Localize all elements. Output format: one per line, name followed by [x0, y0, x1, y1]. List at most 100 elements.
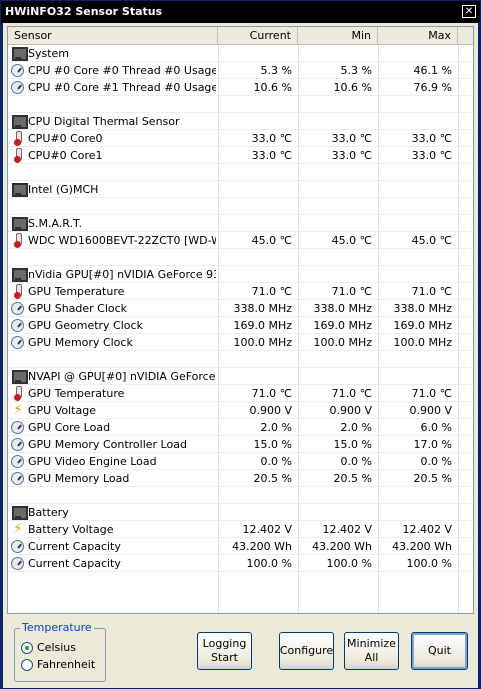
- sensor-row[interactable]: CPU#0 Core1 33.0 ℃ 33.0 ℃ 33.0 ℃: [8, 147, 473, 164]
- temperature-group: Temperature Celsius Fahrenheit: [14, 621, 106, 682]
- temperature-legend: Temperature: [20, 621, 94, 634]
- spacer-row: [8, 96, 473, 113]
- gauge-icon: [11, 438, 24, 451]
- column-sensor[interactable]: Sensor: [8, 27, 218, 45]
- sensor-max-value: 0.900 V: [409, 404, 452, 417]
- sensor-group-row[interactable]: NVAPI @ GPU[#0] nVIDIA GeForce ...: [8, 368, 473, 385]
- column-current[interactable]: Current: [218, 27, 298, 45]
- sensor-max-value: 6.0 %: [420, 421, 452, 434]
- sensor-row[interactable]: GPU Temperature 71.0 ℃ 71.0 ℃ 71.0 ℃: [8, 385, 473, 402]
- sensor-row[interactable]: WDC WD1600BEVT-22ZCT0 [WD-W... 45.0 ℃ 45.0…: [8, 232, 473, 249]
- sensor-max-value: 100.0 %: [406, 557, 452, 570]
- sensor-name: GPU Core Load: [28, 421, 111, 434]
- sensor-row[interactable]: GPU Core Load 2.0 % 2.0 % 6.0 %: [8, 419, 473, 436]
- sensor-min-value: 10.6 %: [333, 81, 372, 94]
- sensor-list[interactable]: Sensor Current Min Max System CPU #0 Core…: [7, 26, 474, 614]
- thermometer-icon: [11, 386, 25, 401]
- sensor-row[interactable]: Current Capacity 43.200 Wh 43.200 Wh 43.200…: [8, 538, 473, 555]
- sensor-current-value: 10.6 %: [253, 81, 292, 94]
- minimize-all-label-2: All: [364, 651, 379, 664]
- sensor-row[interactable]: CPU #0 Core #0 Thread #0 Usage 5.3 % 5.3 %…: [8, 62, 473, 79]
- sensor-group-row[interactable]: S.M.A.R.T.: [8, 215, 473, 232]
- sensor-row[interactable]: CPU #0 Core #1 Thread #0 Usage 10.6 % 10.6…: [8, 79, 473, 96]
- celsius-label: Celsius: [37, 641, 76, 654]
- sensor-current-value: 0.900 V: [249, 404, 292, 417]
- quit-button[interactable]: Quit: [411, 632, 468, 670]
- column-min[interactable]: Min: [298, 27, 378, 45]
- configure-button[interactable]: Configure: [279, 632, 334, 670]
- gauge-icon: [11, 557, 24, 570]
- chip-icon: [11, 216, 28, 231]
- sensor-min-value: 15.0 %: [333, 438, 372, 451]
- gauge-icon: [11, 336, 24, 349]
- sensor-min-value: 2.0 %: [340, 421, 372, 434]
- logging-start-label-2: Start: [211, 651, 238, 664]
- sensor-min-value: 0.0 %: [340, 455, 372, 468]
- sensor-group-row[interactable]: System: [8, 45, 473, 62]
- sensor-row[interactable]: ⚡ Battery Voltage 12.402 V 12.402 V 12.402 V: [8, 521, 473, 538]
- sensor-row[interactable]: GPU Video Engine Load 0.0 % 0.0 % 0.0 %: [8, 453, 473, 470]
- chip-icon: [11, 369, 28, 384]
- sensor-name: GPU Shader Clock: [28, 302, 128, 315]
- sensor-current-value: 71.0 ℃: [251, 387, 292, 400]
- sensor-name: GPU Video Engine Load: [28, 455, 157, 468]
- minimize-all-button[interactable]: Minimize All: [344, 632, 399, 670]
- sensor-current-value: 169.0 MHz: [233, 319, 292, 332]
- sensor-name: CPU#0 Core0: [28, 132, 103, 145]
- sensor-name: GPU Temperature: [28, 387, 125, 400]
- sensor-row[interactable]: GPU Memory Controller Load 15.0 % 15.0 % 17…: [8, 436, 473, 453]
- sensor-max-value: 169.0 MHz: [393, 319, 452, 332]
- thermometer-icon: [11, 131, 25, 146]
- chip-icon: [11, 182, 28, 197]
- sensor-min-value: 20.5 %: [333, 472, 372, 485]
- column-max[interactable]: Max: [378, 27, 458, 45]
- sensor-row[interactable]: Current Capacity 100.0 % 100.0 % 100.0 %: [8, 555, 473, 572]
- gauge-icon: [11, 540, 24, 553]
- title-bar[interactable]: HWiNFO32 Sensor Status ✕: [1, 1, 480, 23]
- sensor-max-value: 46.1 %: [413, 64, 452, 77]
- sensor-current-value: 2.0 %: [260, 421, 292, 434]
- sensor-group-row[interactable]: Battery: [8, 504, 473, 521]
- sensor-current-value: 20.5 %: [253, 472, 292, 485]
- logging-start-button[interactable]: Logging Start: [197, 632, 252, 670]
- sensor-min-value: 43.200 Wh: [312, 540, 372, 553]
- sensor-group-row[interactable]: CPU Digital Thermal Sensor: [8, 113, 473, 130]
- client-area: Sensor Current Min Max System CPU #0 Core…: [3, 23, 478, 688]
- sensor-current-value: 33.0 ℃: [251, 132, 292, 145]
- sensor-max-value: 0.0 %: [420, 455, 452, 468]
- spacer-row: [8, 164, 473, 181]
- sensor-current-value: 15.0 %: [253, 438, 292, 451]
- spacer-row: [8, 198, 473, 215]
- sensor-name: GPU Memory Clock: [28, 336, 133, 349]
- list-header: Sensor Current Min Max: [8, 27, 473, 45]
- quit-label: Quit: [428, 644, 451, 657]
- sensor-min-value: 338.0 MHz: [313, 302, 372, 315]
- sensor-group-row[interactable]: Intel (G)MCH: [8, 181, 473, 198]
- sensor-row[interactable]: GPU Geometry Clock 169.0 MHz 169.0 MHz 169.…: [8, 317, 473, 334]
- celsius-radio-dot[interactable]: [21, 642, 33, 654]
- sensor-row[interactable]: CPU#0 Core0 33.0 ℃ 33.0 ℃ 33.0 ℃: [8, 130, 473, 147]
- sensor-name: Intel (G)MCH: [28, 183, 99, 196]
- sensor-name: GPU Temperature: [28, 285, 125, 298]
- close-button[interactable]: ✕: [462, 5, 476, 18]
- sensor-row[interactable]: GPU Temperature 71.0 ℃ 71.0 ℃ 71.0 ℃: [8, 283, 473, 300]
- sensor-min-value: 71.0 ℃: [331, 285, 372, 298]
- sensor-row[interactable]: GPU Memory Clock 100.0 MHz 100.0 MHz 100.0 …: [8, 334, 473, 351]
- sensor-name: Current Capacity: [28, 540, 121, 553]
- sensor-name: GPU Geometry Clock: [28, 319, 143, 332]
- sensor-max-value: 71.0 ℃: [411, 387, 452, 400]
- sensor-name: S.M.A.R.T.: [28, 217, 82, 230]
- sensor-row[interactable]: ⚡ GPU Voltage 0.900 V 0.900 V 0.900 V: [8, 402, 473, 419]
- sensor-row[interactable]: GPU Memory Load 20.5 % 20.5 % 20.5 %: [8, 470, 473, 487]
- sensor-min-value: 33.0 ℃: [331, 132, 372, 145]
- sensor-min-value: 71.0 ℃: [331, 387, 372, 400]
- sensor-group-row[interactable]: nVidia GPU[#0] nVIDIA GeForce 93...: [8, 266, 473, 283]
- sensor-name: nVidia GPU[#0] nVIDIA GeForce 93...: [28, 268, 216, 281]
- gauge-icon: [11, 81, 24, 94]
- sensor-row[interactable]: GPU Shader Clock 338.0 MHz 338.0 MHz 338.0 …: [8, 300, 473, 317]
- lightning-icon: ⚡: [13, 402, 23, 418]
- fahrenheit-radio-dot[interactable]: [21, 659, 33, 671]
- sensor-max-value: 45.0 ℃: [411, 234, 452, 247]
- thermometer-icon: [11, 148, 25, 163]
- sensor-name: Battery Voltage: [28, 523, 114, 536]
